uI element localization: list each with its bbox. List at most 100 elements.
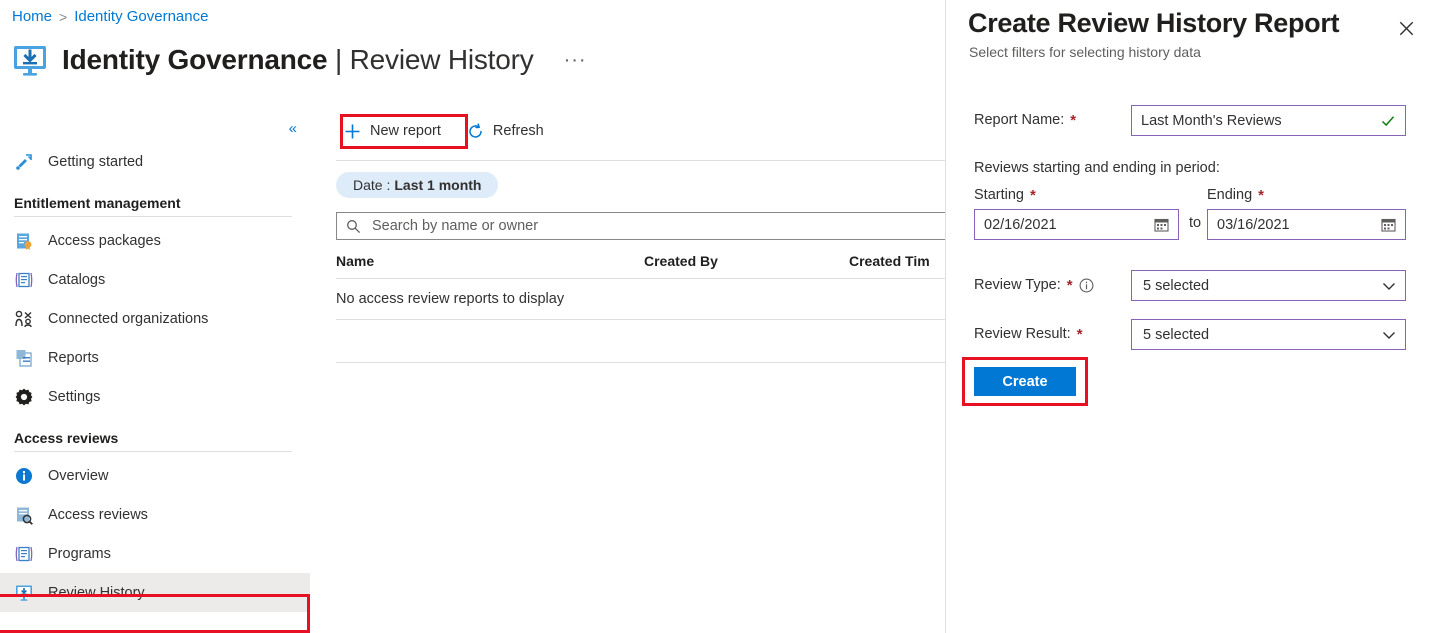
date-filter-pill[interactable]: Date : Last 1 month (336, 172, 498, 198)
ending-label: Ending * (1207, 187, 1264, 203)
sidebar-item-label: Settings (48, 389, 100, 405)
sidebar-item-catalogs[interactable]: Catalogs (0, 260, 310, 299)
filter-row: Date : Last 1 month (336, 172, 498, 198)
sidebar-item-programs[interactable]: Programs (0, 534, 310, 573)
sidebar-item-label: Access packages (48, 233, 161, 249)
sidebar-item-access-reviews[interactable]: Access reviews (0, 495, 310, 534)
table-filler-row (336, 320, 985, 363)
access-packages-icon (14, 231, 34, 251)
page-more-menu-button[interactable]: ··· (564, 55, 587, 65)
table-header-row: Name Created By Created Tim (336, 244, 985, 279)
sidebar-item-label: Review History (48, 585, 145, 601)
ending-date-input[interactable]: 03/16/2021 (1207, 209, 1406, 240)
connected-organizations-icon (14, 309, 34, 329)
page-title-sub: Review History (350, 44, 534, 75)
sidebar-item-label: Catalogs (48, 272, 105, 288)
breadcrumb: Home > Identity Governance (12, 8, 208, 25)
sidebar-item-reports[interactable]: Reports (0, 338, 310, 377)
report-name-label-text: Report Name: (974, 112, 1064, 128)
refresh-icon (467, 123, 484, 140)
create-review-history-report-panel: Create Review History Report Select filt… (945, 0, 1430, 633)
column-header-created-time[interactable]: Created Tim (849, 253, 930, 269)
sidebar-item-settings[interactable]: Settings (0, 377, 310, 416)
starting-date-input[interactable]: 02/16/2021 (974, 209, 1179, 240)
review-result-value: 5 selected (1143, 327, 1381, 343)
sidebar-item-review-history[interactable]: Review History (0, 573, 310, 612)
starting-label: Starting * (974, 187, 1036, 203)
info-circle-icon (14, 466, 34, 486)
command-bar: New report Refresh (310, 108, 945, 154)
date-range-to-label: to (1189, 215, 1201, 231)
report-name-value: Last Month's Reviews (1141, 113, 1380, 129)
new-report-button[interactable]: New report (336, 118, 449, 145)
review-history-monitor-icon (10, 40, 50, 80)
info-icon[interactable] (1079, 278, 1094, 293)
breadcrumb-item-identity-governance[interactable]: Identity Governance (74, 8, 208, 25)
refresh-label: Refresh (493, 123, 544, 139)
review-type-value: 5 selected (1143, 278, 1381, 294)
date-filter-prefix: Date : (353, 177, 390, 193)
close-icon[interactable] (1390, 12, 1422, 44)
page-title-divider: | (335, 44, 342, 75)
sidebar-collapse-button[interactable]: « (284, 118, 302, 139)
report-name-label: Report Name: * (974, 112, 1076, 128)
required-asterisk: * (1030, 188, 1036, 203)
required-asterisk: * (1077, 327, 1083, 342)
create-button[interactable]: Create (974, 367, 1076, 396)
sidebar-item-label: Overview (48, 468, 108, 484)
chevron-down-icon (1381, 278, 1397, 294)
sidebar-item-getting-started[interactable]: Getting started (0, 142, 310, 181)
sidebar-divider (14, 451, 292, 452)
report-name-input[interactable]: Last Month's Reviews (1131, 105, 1406, 136)
sidebar-nav-list: Getting started Entitlement management A… (0, 142, 310, 612)
ending-label-text: Ending (1207, 187, 1252, 203)
checkmark-icon (1380, 113, 1396, 129)
command-bar-divider (336, 160, 945, 161)
review-history-icon (14, 583, 34, 603)
review-type-label-text: Review Type: (974, 277, 1061, 293)
sidebar-item-label: Reports (48, 350, 99, 366)
sidebar-item-label: Programs (48, 546, 111, 562)
search-box[interactable] (336, 212, 985, 240)
calendar-icon[interactable] (1381, 217, 1396, 232)
plus-icon (344, 123, 361, 140)
column-header-created-by[interactable]: Created By (644, 253, 849, 269)
sidebar-item-label: Getting started (48, 154, 143, 170)
page-title-main: Identity Governance (62, 44, 327, 75)
refresh-button[interactable]: Refresh (459, 118, 552, 145)
review-type-dropdown[interactable]: 5 selected (1131, 270, 1406, 301)
review-result-dropdown[interactable]: 5 selected (1131, 319, 1406, 350)
panel-subtitle: Select filters for selecting history dat… (969, 44, 1201, 60)
panel-title: Create Review History Report (968, 8, 1339, 39)
gear-icon (14, 387, 34, 407)
chevron-down-icon (1381, 327, 1397, 343)
sidebar: « Getting started Entitlement management (0, 108, 310, 633)
access-reviews-icon (14, 505, 34, 525)
page-title-row: Identity Governance | Review History ··· (10, 40, 587, 80)
page-title: Identity Governance | Review History (62, 44, 534, 76)
sidebar-section-entitlement-management: Entitlement management (0, 195, 310, 216)
starting-label-text: Starting (974, 187, 1024, 203)
search-icon (346, 219, 361, 234)
sidebar-divider (14, 216, 292, 217)
sidebar-item-connected-organizations[interactable]: Connected organizations (0, 299, 310, 338)
required-asterisk: * (1258, 188, 1264, 203)
ending-date-value: 03/16/2021 (1217, 217, 1381, 233)
catalogs-icon (14, 270, 34, 290)
sidebar-item-access-packages[interactable]: Access packages (0, 221, 310, 260)
sidebar-item-label: Connected organizations (48, 311, 208, 327)
column-header-name[interactable]: Name (336, 253, 644, 269)
review-type-label: Review Type: * (974, 277, 1094, 293)
rocket-icon (14, 152, 34, 172)
review-result-label-text: Review Result: (974, 326, 1071, 342)
reports-icon (14, 348, 34, 368)
search-input[interactable] (370, 217, 975, 235)
sidebar-item-overview[interactable]: Overview (0, 456, 310, 495)
reports-table: Name Created By Created Tim No access re… (336, 244, 985, 363)
sidebar-section-access-reviews: Access reviews (0, 430, 310, 451)
period-section-label: Reviews starting and ending in period: (974, 160, 1220, 176)
new-report-label: New report (370, 123, 441, 139)
calendar-icon[interactable] (1154, 217, 1169, 232)
breadcrumb-item-home[interactable]: Home (12, 8, 52, 25)
sidebar-item-label: Access reviews (48, 507, 148, 523)
